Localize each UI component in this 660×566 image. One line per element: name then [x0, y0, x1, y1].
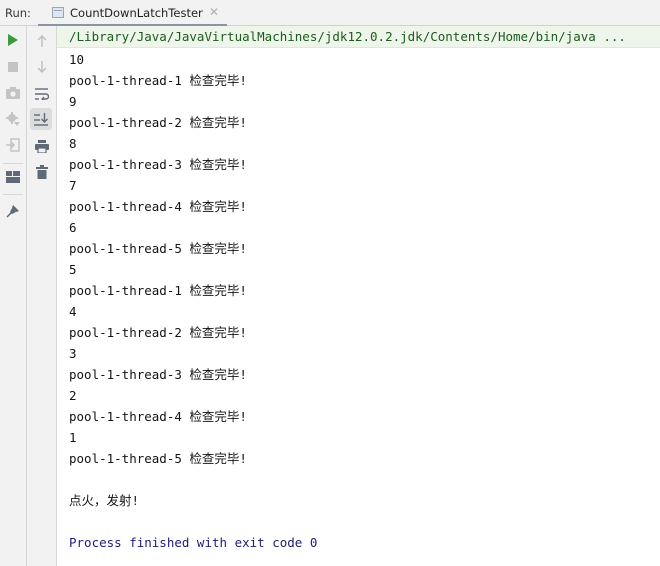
exit-button[interactable] — [2, 134, 24, 156]
console-line: pool-1-thread-3 检查完毕! — [69, 157, 247, 172]
console-line: pool-1-thread-3 检查完毕! — [69, 367, 247, 382]
console-window-icon — [52, 7, 64, 18]
run-label: Run: — [5, 6, 31, 20]
print-icon — [35, 139, 49, 153]
console-line: pool-1-thread-5 检查完毕! — [69, 241, 247, 256]
command-line-row: /Library/Java/JavaVirtualMachines/jdk12.… — [57, 26, 660, 48]
console-line: pool-1-thread-1 检查完毕! — [69, 283, 247, 298]
console-line: pool-1-thread-1 检查完毕! — [69, 73, 247, 88]
camera-icon — [6, 87, 20, 99]
scroll-to-end-button[interactable] — [30, 108, 52, 130]
rerun-button[interactable] — [2, 29, 24, 51]
dump-threads-button[interactable] — [2, 82, 24, 104]
print-button[interactable] — [31, 135, 53, 157]
toolbar-separator — [3, 163, 23, 164]
console-line: pool-1-thread-2 检查完毕! — [69, 325, 247, 340]
arrow-down-icon — [37, 61, 47, 73]
tab-title: CountDownLatchTester — [70, 6, 203, 20]
console-line: pool-1-thread-2 检查完毕! — [69, 115, 247, 130]
up-stack-trace-button[interactable] — [31, 30, 53, 52]
clear-all-button[interactable] — [31, 161, 53, 183]
console-line: 10 — [69, 52, 85, 67]
console-line: pool-1-thread-5 检查完毕! — [69, 451, 247, 466]
console-line: 3 — [69, 346, 77, 361]
console-line: 2 — [69, 388, 77, 403]
layout-icon — [6, 171, 20, 183]
down-stack-trace-button[interactable] — [31, 56, 53, 78]
soft-wrap-button[interactable] — [31, 83, 53, 105]
console-line: 8 — [69, 136, 77, 151]
run-tab[interactable]: CountDownLatchTester ✕ — [38, 0, 227, 27]
console-line: pool-1-thread-4 检查完毕! — [69, 199, 247, 214]
stop-button[interactable] — [2, 56, 24, 78]
console-line: pool-1-thread-4 检查完毕! — [69, 409, 247, 424]
restore-layout-button[interactable] — [2, 166, 24, 188]
stop-icon — [8, 62, 18, 72]
run-toolbar-left — [0, 26, 27, 566]
command-line[interactable]: /Library/Java/JavaVirtualMachines/jdk12.… — [69, 29, 626, 45]
pin-icon — [6, 205, 19, 218]
console-line: 点火，发射! — [69, 493, 140, 508]
process-exit-message: Process finished with exit code 0 — [69, 535, 318, 550]
pin-tab-button[interactable] — [2, 200, 24, 222]
console-line: 6 — [69, 220, 77, 235]
toolbar-separator — [3, 194, 23, 195]
console-line: 9 — [69, 94, 77, 109]
console-line: 1 — [69, 430, 77, 445]
console-line: 4 — [69, 304, 77, 319]
close-icon[interactable]: ✕ — [209, 5, 219, 19]
arrow-up-icon — [37, 35, 47, 47]
exit-icon — [6, 138, 20, 152]
console-output[interactable]: /Library/Java/JavaVirtualMachines/jdk12.… — [57, 26, 660, 566]
soft-wrap-icon — [35, 88, 49, 100]
settings-button[interactable] — [2, 108, 24, 130]
run-tool-window-header: Run: CountDownLatchTester ✕ — [0, 0, 660, 27]
console-line: 5 — [69, 262, 77, 277]
console-line: 7 — [69, 178, 77, 193]
run-toolbar-right — [27, 26, 57, 566]
trash-icon — [36, 165, 48, 179]
settings-gear-icon — [6, 112, 20, 126]
scroll-to-end-icon — [34, 112, 48, 126]
run-icon — [8, 34, 18, 46]
